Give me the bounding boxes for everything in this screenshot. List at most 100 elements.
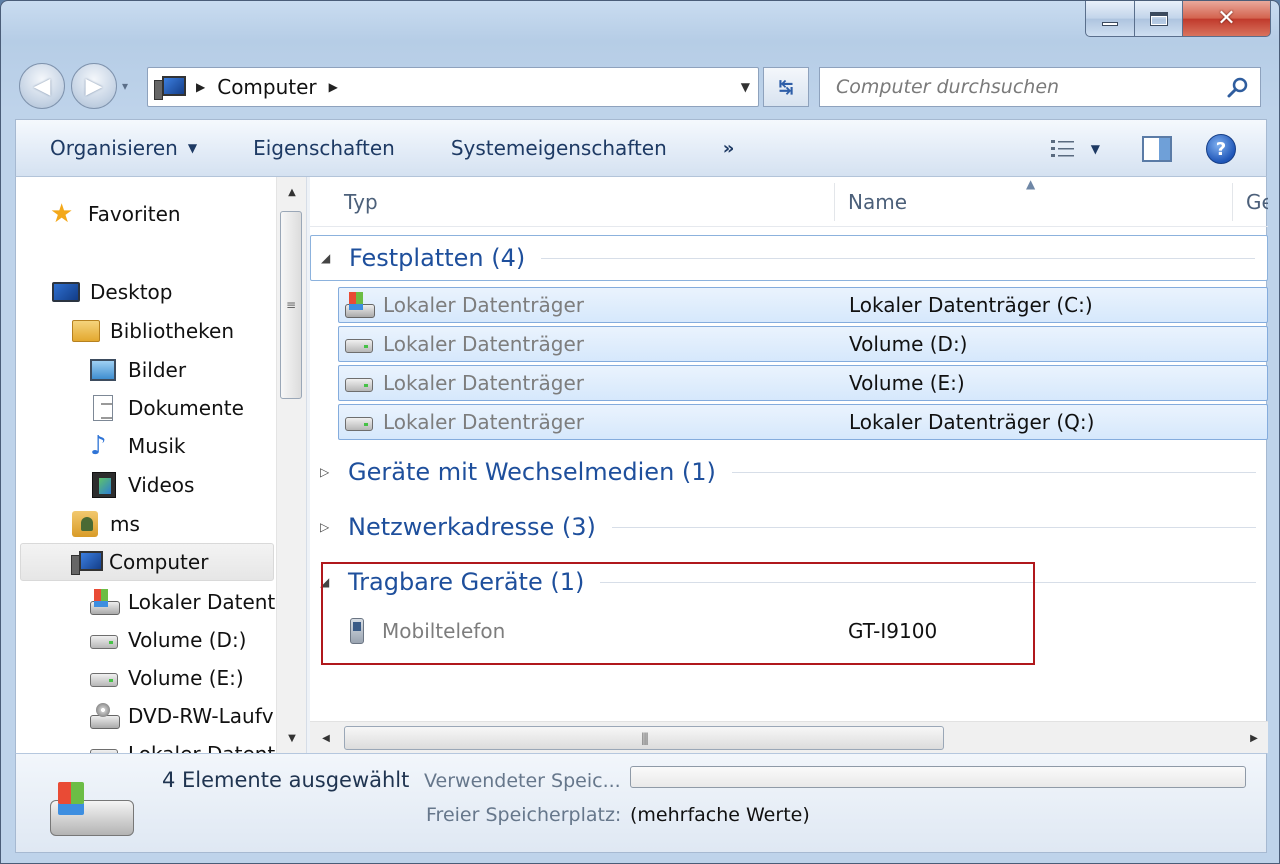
music-icon: ♪ bbox=[90, 431, 107, 461]
sidebar-item-dokumente[interactable]: Dokumente bbox=[90, 389, 244, 427]
item-name: Volume (D:) bbox=[849, 332, 968, 356]
back-arrow-icon: ◀ bbox=[33, 73, 51, 99]
maximize-button[interactable] bbox=[1135, 1, 1183, 37]
column-header-name[interactable]: Name bbox=[836, 177, 907, 227]
scroll-thumb[interactable]: ||| bbox=[344, 726, 944, 750]
sidebar-item-lokaler-datentraeger-c[interactable]: Lokaler Datentr bbox=[90, 583, 276, 621]
help-icon[interactable]: ? bbox=[1206, 134, 1236, 164]
sidebar-item-musik[interactable]: ♪ Musik bbox=[90, 427, 186, 465]
sidebar-item-ms[interactable]: ms bbox=[72, 505, 140, 543]
search-input[interactable] bbox=[836, 76, 1216, 98]
sidebar-item-label: Volume (E:) bbox=[128, 666, 244, 690]
drive-icon bbox=[345, 370, 373, 396]
chevron-down-icon: ▼ bbox=[187, 141, 198, 155]
group-divider bbox=[611, 526, 1256, 528]
group-title: Festplatten (4) bbox=[349, 244, 526, 272]
system-drive-icon bbox=[50, 782, 134, 836]
column-separator[interactable] bbox=[834, 183, 835, 221]
close-button[interactable]: ✕ bbox=[1183, 1, 1271, 37]
more-commands-button[interactable]: » bbox=[695, 120, 763, 176]
refresh-icon: ↹ bbox=[778, 76, 794, 98]
properties-button[interactable]: Eigenschaften bbox=[225, 120, 423, 176]
expand-triangle-icon[interactable]: ▷ bbox=[320, 520, 338, 534]
sidebar-item-label: Lokaler Datentr bbox=[128, 590, 276, 614]
sidebar-item-videos[interactable]: Videos bbox=[90, 466, 194, 504]
sidebar-item-lokaler-datentraeger-q[interactable]: Lokaler Datent bbox=[90, 735, 275, 753]
drive-icon bbox=[345, 409, 373, 435]
list-item[interactable]: Lokaler Datenträger Volume (E:) bbox=[338, 365, 1268, 401]
organize-label: Organisieren bbox=[50, 136, 178, 160]
sidebar-item-desktop[interactable]: Desktop bbox=[52, 273, 172, 311]
group-header-festplatten[interactable]: ◢ Festplatten (4) bbox=[310, 235, 1268, 281]
group-title: Netzwerkadresse (3) bbox=[348, 513, 596, 541]
selection-count: 4 Elemente ausgewählt bbox=[162, 768, 410, 792]
sidebar-item-volume-d[interactable]: Volume (D:) bbox=[90, 621, 247, 659]
list-item[interactable]: Lokaler Datenträger Lokaler Datenträger … bbox=[338, 404, 1268, 440]
refresh-button[interactable]: ↹ bbox=[763, 67, 809, 107]
breadcrumb-separator-icon[interactable]: ▶ bbox=[329, 80, 338, 94]
sidebar-item-bibliotheken[interactable]: Bibliotheken bbox=[72, 312, 234, 350]
scroll-right-icon[interactable]: ▶ bbox=[1240, 722, 1268, 754]
scroll-thumb[interactable]: ≡ bbox=[280, 211, 302, 399]
column-label: Name bbox=[848, 190, 908, 214]
system-properties-label: Systemeigenschaften bbox=[450, 136, 667, 160]
system-properties-button[interactable]: Systemeigenschaften bbox=[423, 120, 695, 176]
address-dropdown-icon[interactable]: ▼ bbox=[741, 80, 750, 94]
recent-pages-dropdown[interactable]: ▾ bbox=[122, 79, 138, 95]
navigation-scrollbar[interactable]: ▲ ≡ ▼ bbox=[276, 177, 306, 753]
forward-button[interactable]: ▶ bbox=[71, 63, 117, 109]
column-separator[interactable] bbox=[1232, 183, 1233, 221]
forward-arrow-icon: ▶ bbox=[85, 73, 103, 99]
maximize-icon bbox=[1149, 11, 1168, 26]
organize-menu[interactable]: Organisieren ▼ bbox=[16, 120, 225, 176]
sidebar-item-label: Dokumente bbox=[128, 396, 244, 420]
sidebar-item-label: Videos bbox=[128, 473, 195, 497]
star-icon: ★ bbox=[50, 199, 74, 229]
monitor-icon bbox=[52, 279, 80, 305]
view-options-icon[interactable] bbox=[1049, 137, 1077, 161]
sidebar-item-dvd-rw[interactable]: DVD-RW-Laufv bbox=[90, 697, 274, 735]
used-space-bar bbox=[630, 766, 1246, 788]
group-header-network[interactable]: ▷ Netzwerkadresse (3) bbox=[310, 504, 1268, 550]
item-type: Lokaler Datenträger bbox=[383, 410, 584, 434]
collapse-triangle-icon[interactable]: ◢ bbox=[321, 251, 339, 265]
minimize-icon bbox=[1102, 21, 1118, 26]
item-name: Lokaler Datenträger (C:) bbox=[849, 293, 1093, 317]
group-divider bbox=[541, 257, 1255, 259]
search-box[interactable] bbox=[819, 67, 1261, 107]
address-bar[interactable]: ▶ Computer ▶ ▼ bbox=[147, 67, 759, 107]
sidebar-item-label: Lokaler Datent bbox=[128, 742, 275, 753]
item-type: Lokaler Datenträger bbox=[383, 371, 584, 395]
back-button[interactable]: ◀ bbox=[19, 63, 65, 109]
breadcrumb-separator-icon[interactable]: ▶ bbox=[196, 80, 205, 94]
scroll-left-icon[interactable]: ◀ bbox=[312, 722, 340, 754]
navigation-bar: ◀ ▶ ▾ ▶ Computer ▶ ▼ ↹ bbox=[1, 59, 1279, 115]
list-item[interactable]: Lokaler Datenträger Lokaler Datenträger … bbox=[338, 287, 1268, 323]
free-space-value: (mehrfache Werte) bbox=[630, 804, 810, 826]
sidebar-item-bilder[interactable]: Bilder bbox=[90, 351, 186, 389]
scroll-down-icon[interactable]: ▼ bbox=[277, 723, 307, 753]
minimize-button[interactable] bbox=[1085, 1, 1135, 37]
sidebar-item-volume-e[interactable]: Volume (E:) bbox=[90, 659, 244, 697]
breadcrumb-computer[interactable]: Computer bbox=[217, 75, 316, 99]
search-icon[interactable] bbox=[1226, 76, 1250, 100]
list-item[interactable]: Lokaler Datenträger Volume (D:) bbox=[338, 326, 1268, 362]
drive-icon bbox=[90, 665, 118, 691]
sort-ascending-icon: ▲ bbox=[1026, 177, 1036, 191]
expand-triangle-icon[interactable]: ▷ bbox=[320, 465, 338, 479]
group-header-removable[interactable]: ▷ Geräte mit Wechselmedien (1) bbox=[310, 449, 1268, 495]
horizontal-scrollbar[interactable]: ◀ ||| ▶ bbox=[310, 721, 1268, 753]
drive-icon bbox=[90, 741, 118, 753]
view-dropdown-icon[interactable]: ▼ bbox=[1091, 142, 1100, 156]
column-header-type[interactable]: Typ bbox=[332, 177, 378, 227]
properties-label: Eigenschaften bbox=[253, 136, 395, 160]
preview-pane-icon[interactable] bbox=[1142, 136, 1172, 162]
column-header-total-size[interactable]: Ge bbox=[1234, 177, 1268, 227]
sidebar-item-favoriten[interactable]: ★ Favoriten bbox=[50, 195, 181, 233]
user-folder-icon bbox=[72, 511, 100, 537]
sidebar-item-computer[interactable]: Computer bbox=[20, 543, 274, 581]
computer-icon bbox=[152, 75, 186, 100]
column-headers: Typ ▲ Name Ge bbox=[310, 177, 1268, 227]
drive-icon bbox=[345, 331, 373, 357]
scroll-up-icon[interactable]: ▲ bbox=[277, 177, 307, 207]
